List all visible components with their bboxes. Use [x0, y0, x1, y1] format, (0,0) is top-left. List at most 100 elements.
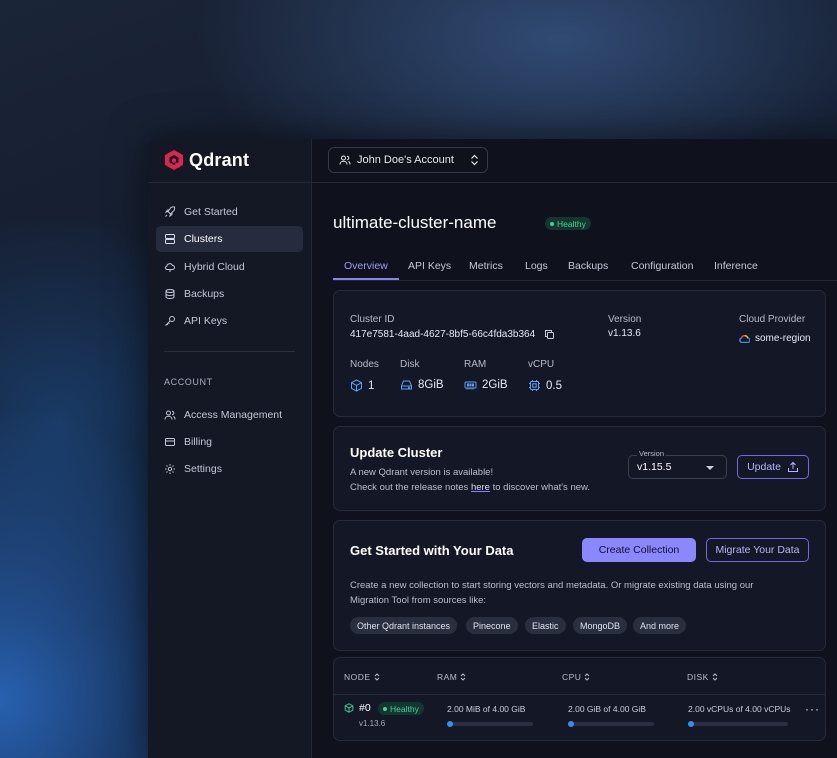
- update-cluster-title: Update Cluster: [350, 445, 443, 460]
- source-chip-mongodb[interactable]: MongoDB: [573, 617, 628, 634]
- sidebar-item-label: Clusters: [184, 233, 223, 245]
- sidebar-item-hybrid-cloud[interactable]: Hybrid Cloud: [156, 254, 303, 280]
- tab-api-keys[interactable]: API Keys: [408, 260, 451, 278]
- source-chip-pinecone[interactable]: Pinecone: [466, 617, 518, 634]
- cube-icon: [351, 379, 362, 392]
- source-chip-elastic[interactable]: Elastic: [525, 617, 566, 634]
- node-status-badge: Healthy: [378, 702, 424, 715]
- status-badge: Healthy: [545, 217, 591, 230]
- sidebar-item-billing[interactable]: Billing: [156, 429, 303, 455]
- column-header-label: RAM: [437, 672, 458, 682]
- database-icon: [165, 289, 175, 300]
- sidebar-divider: [148, 182, 311, 183]
- brand-logo[interactable]: Qdrant: [164, 149, 249, 171]
- cluster-tabs: Overview API Keys Metrics Logs Backups C…: [333, 256, 837, 281]
- update-line-1: A new Qdrant version is available!: [350, 467, 494, 478]
- source-chip-qdrant[interactable]: Other Qdrant instances: [350, 617, 458, 634]
- account-switcher[interactable]: John Doe's Account: [328, 147, 488, 173]
- sort-icon: [374, 673, 379, 681]
- sidebar-item-label: Backups: [184, 288, 225, 300]
- create-collection-button[interactable]: Create Collection: [582, 538, 696, 562]
- disk-amount: 8GiB: [418, 379, 444, 391]
- tab-inference[interactable]: Inference: [714, 260, 758, 278]
- cpu-usage-fill: [568, 721, 574, 727]
- column-header-disk[interactable]: DISK: [687, 672, 718, 682]
- sidebar-item-label: Billing: [184, 436, 213, 448]
- update-button[interactable]: Update: [737, 455, 809, 479]
- tab-configuration[interactable]: Configuration: [631, 260, 693, 278]
- qdrant-logo-icon: [165, 150, 183, 170]
- release-notes-link[interactable]: here: [471, 482, 490, 493]
- update-line-2-text: Check out the release notes: [350, 482, 471, 493]
- sidebar-item-label: Settings: [184, 463, 222, 475]
- sidebar-item-clusters[interactable]: Clusters: [156, 226, 303, 252]
- source-chip-more[interactable]: And more: [633, 617, 687, 634]
- caret-down-icon: [706, 466, 714, 470]
- cpu-icon: [529, 380, 540, 391]
- sidebar-item-label: API Keys: [184, 315, 228, 327]
- sidebar-item-label: Hybrid Cloud: [184, 261, 245, 273]
- node-id: #0: [359, 702, 371, 714]
- key-icon: [165, 316, 175, 326]
- cluster-id-value: 417e7581-4aad-4627-8bf5-66c4fda3b364: [350, 329, 555, 340]
- app-window: Qdrant Get Started Clusters Hybrid Cloud…: [148, 139, 837, 758]
- get-started-description-line-1: Create a new collection to start storing…: [350, 580, 754, 591]
- get-started-description-line-2: Migration Tool from sources like:: [350, 595, 487, 606]
- cube-icon: [344, 703, 354, 713]
- hard-drive-icon: [401, 380, 412, 390]
- update-cluster-description: A new Qdrant version is available! Check…: [350, 465, 590, 495]
- google-cloud-icon: [739, 335, 750, 343]
- ram-usage-bar: [447, 721, 533, 727]
- vcpu-amount: 0.5: [546, 379, 562, 392]
- column-header-ram[interactable]: RAM: [437, 672, 466, 682]
- sidebar: Qdrant Get Started Clusters Hybrid Cloud…: [148, 139, 312, 758]
- tab-overview[interactable]: Overview: [333, 260, 399, 280]
- ram-value: 2GiB: [464, 379, 508, 391]
- rocket-icon: [164, 206, 176, 218]
- sidebar-item-get-started[interactable]: Get Started: [156, 199, 303, 225]
- ram-label: RAM: [464, 359, 487, 370]
- ram-usage-fill: [447, 721, 453, 727]
- tab-metrics[interactable]: Metrics: [469, 260, 503, 278]
- disk-value: 8GiB: [400, 379, 444, 391]
- more-options-icon[interactable]: ···: [805, 702, 820, 716]
- node-ram-usage: 2.00 MiB of 4.00 GiB: [447, 704, 526, 714]
- sidebar-item-label: Get Started: [184, 206, 238, 218]
- version-select[interactable]: Version v1.15.5: [628, 449, 727, 479]
- cloud-region-text: some-region: [755, 333, 811, 344]
- server-icon: [165, 234, 175, 244]
- column-header-node[interactable]: NODE: [344, 672, 380, 682]
- status-dot-icon: [550, 221, 554, 226]
- top-bar: John Doe's Account: [311, 139, 837, 183]
- sidebar-item-api-keys[interactable]: API Keys: [156, 308, 303, 334]
- update-line-2: Check out the release notes here to disc…: [350, 480, 590, 495]
- cloud-provider-value: some-region: [739, 333, 811, 344]
- sort-icon: [585, 673, 590, 681]
- tab-backups[interactable]: Backups: [568, 260, 608, 278]
- tab-logs[interactable]: Logs: [525, 260, 548, 278]
- version-select-value: v1.15.5: [637, 461, 672, 473]
- migrate-data-button[interactable]: Migrate Your Data: [706, 538, 809, 562]
- brand-name: Qdrant: [189, 149, 250, 170]
- vcpu-label: vCPU: [528, 359, 555, 370]
- get-started-title: Get Started with Your Data: [350, 543, 514, 558]
- column-header-label: DISK: [687, 672, 709, 682]
- credit-card-icon: [165, 438, 175, 446]
- version-select-legend: Version: [637, 449, 667, 458]
- disk-usage-bar: [688, 721, 788, 727]
- memory-icon: [464, 381, 477, 390]
- users-icon: [339, 155, 351, 165]
- sidebar-item-backups[interactable]: Backups: [156, 281, 303, 307]
- copy-icon[interactable]: [544, 329, 555, 340]
- sidebar-item-settings[interactable]: Settings: [156, 456, 303, 482]
- column-header-cpu[interactable]: CPU: [562, 672, 590, 682]
- nodes-label: Nodes: [350, 359, 379, 370]
- sidebar-item-access-management[interactable]: Access Management: [156, 402, 303, 428]
- sidebar-section-heading: ACCOUNT: [164, 377, 213, 387]
- node-cpu-usage: 2.00 GiB of 4.00 GiB: [568, 704, 646, 714]
- disk-usage-fill: [688, 721, 694, 727]
- users-icon: [164, 410, 176, 420]
- update-cluster-card: Update Cluster A new Qdrant version is a…: [333, 426, 826, 511]
- column-header-label: CPU: [562, 672, 582, 682]
- sidebar-separator: [164, 351, 295, 352]
